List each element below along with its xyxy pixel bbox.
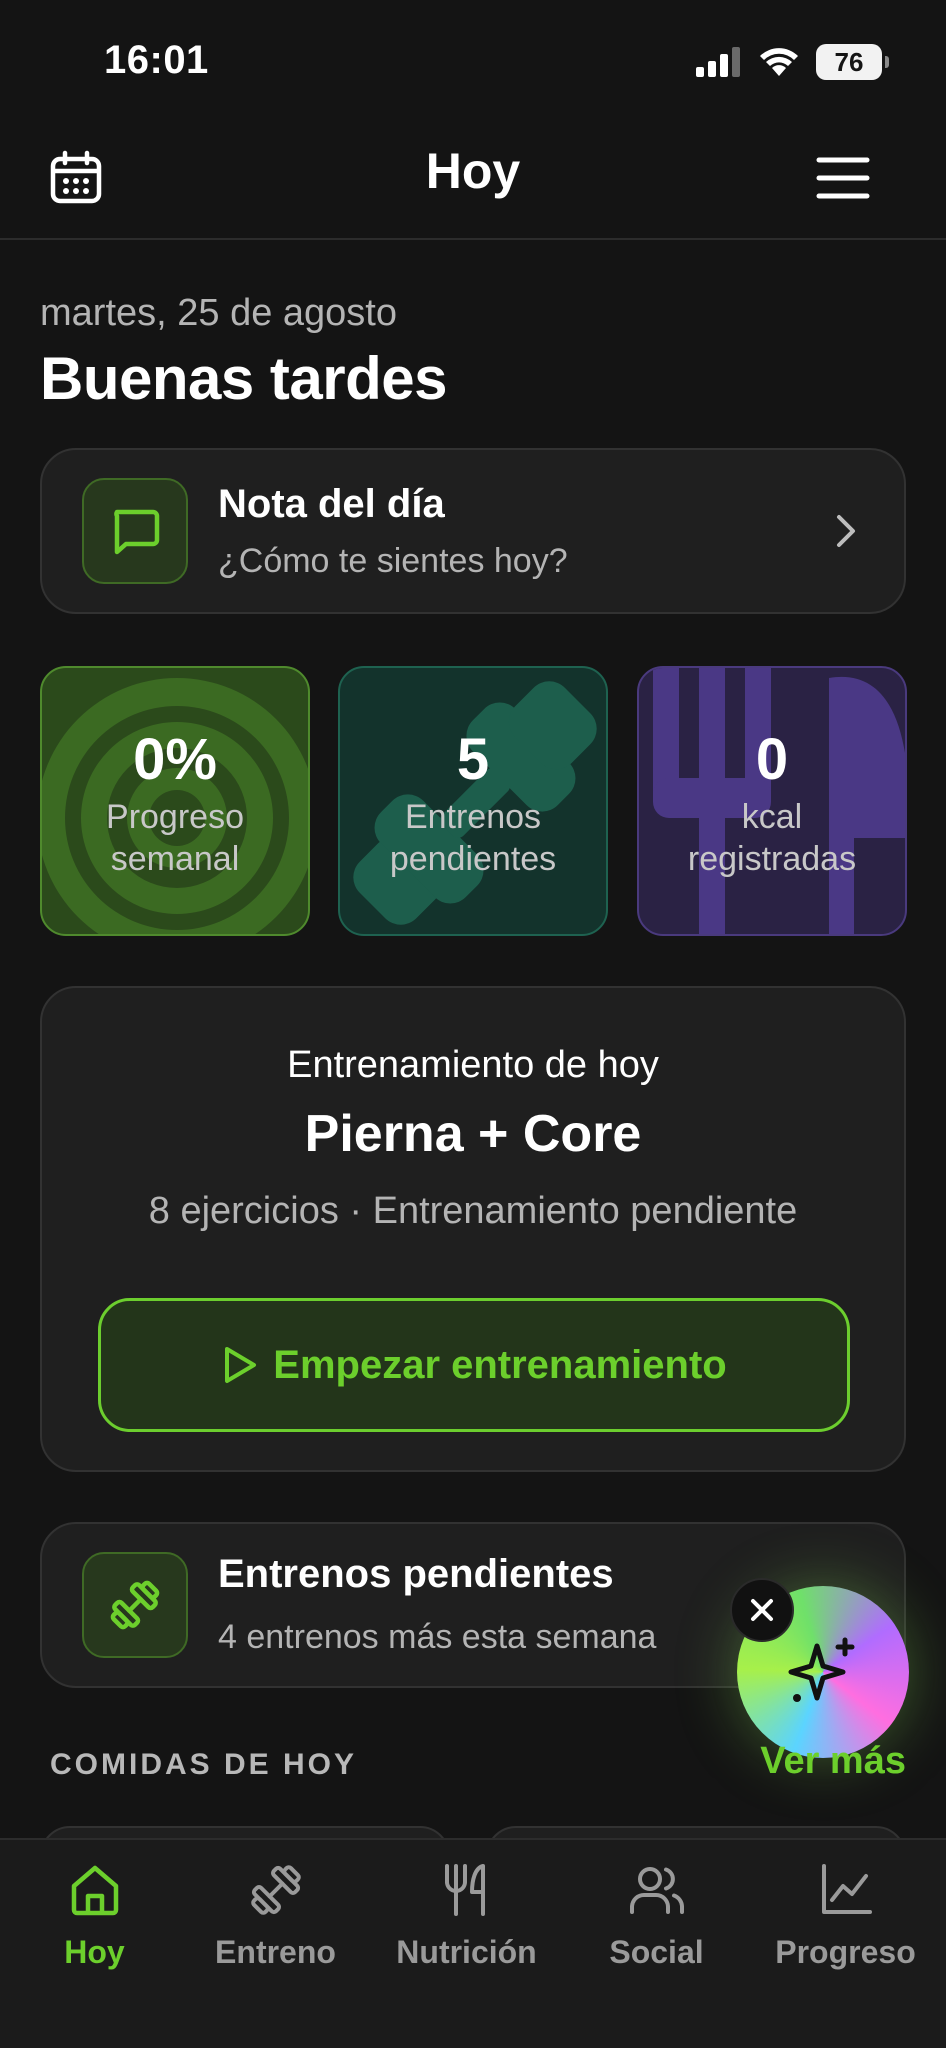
chart-line-icon	[821, 1864, 872, 1914]
status-bar: 16:01 76	[0, 0, 946, 120]
date-label: martes, 25 de agosto	[40, 292, 397, 334]
note-title: Nota del día	[218, 482, 445, 526]
tab-social[interactable]: Social	[562, 1840, 751, 1990]
close-assistant-button[interactable]	[730, 1578, 794, 1642]
top-header: Hoy	[0, 120, 946, 240]
note-subtitle: ¿Cómo te sientes hoy?	[218, 542, 568, 580]
wifi-icon	[760, 48, 798, 76]
meals-section-title: COMIDAS DE HOY	[50, 1748, 358, 1781]
users-icon	[629, 1867, 684, 1914]
battery-indicator: 76	[816, 44, 889, 80]
pending-title: Entrenos pendientes	[218, 1552, 614, 1596]
dumbbell-icon	[110, 1580, 160, 1630]
start-workout-button[interactable]: Empezar entrenamiento	[98, 1298, 850, 1432]
tab-label: Hoy	[64, 1934, 125, 1970]
pending-subtitle: 4 entrenos más esta semana	[218, 1618, 657, 1656]
greeting-heading: Buenas tardes	[40, 345, 448, 412]
stat-label-line: registradas	[687, 840, 857, 878]
stat-label-line: Entrenos	[404, 798, 542, 836]
calories-stat[interactable]: 0 kcal registradas	[637, 666, 907, 936]
close-icon	[751, 1599, 773, 1621]
tab-label: Social	[609, 1934, 704, 1970]
tab-label: Entreno	[215, 1934, 336, 1970]
weekly-progress-value: 0%	[133, 727, 217, 792]
weekly-progress-label: Progreso semanal	[52, 796, 298, 880]
tab-nutricion[interactable]: Nutrición	[372, 1840, 561, 1990]
dumbbell-icon	[250, 1865, 301, 1915]
see-more-link[interactable]: Ver más	[760, 1740, 906, 1783]
workout-title: Pierna + Core	[304, 1105, 642, 1163]
page-title: Hoy	[425, 143, 521, 199]
pending-workouts-stat[interactable]: 5 Entrenos pendientes	[338, 666, 608, 936]
pending-workouts-value: 5	[456, 727, 490, 792]
menu-button[interactable]	[816, 156, 870, 200]
workout-heading: Entrenamiento de hoy	[287, 1044, 659, 1086]
tab-entreno[interactable]: Entreno	[181, 1840, 370, 1990]
tab-label: Nutrición	[396, 1934, 537, 1970]
note-of-the-day-card[interactable]: Nota del día ¿Cómo te sientes hoy?	[40, 448, 906, 614]
status-icons: 76	[696, 44, 889, 80]
play-icon	[225, 1347, 257, 1383]
todays-workout-card: Entrenamiento de hoy Pierna + Core 8 eje…	[40, 986, 906, 1472]
stat-label-line: Progreso	[106, 798, 244, 836]
message-square-icon	[114, 509, 160, 555]
tab-label: Progreso	[775, 1934, 916, 1970]
stat-label-line: kcal	[741, 798, 803, 836]
chevron-right-icon	[837, 515, 855, 547]
utensils-icon	[444, 1864, 485, 1916]
calories-value: 0	[755, 727, 789, 792]
tab-hoy[interactable]: Hoy	[0, 1840, 189, 1990]
calories-label: kcal registradas	[649, 796, 895, 880]
bottom-tab-bar: Hoy Entreno Nutrición Social Progreso	[0, 1838, 946, 2048]
stat-label-line: semanal	[110, 840, 240, 878]
weekly-progress-stat[interactable]: 0% Progreso semanal	[40, 666, 310, 936]
pending-workouts-label: Entrenos pendientes	[350, 796, 596, 880]
start-workout-label: Empezar entrenamiento	[273, 1342, 727, 1387]
cellular-signal-icon	[696, 47, 740, 77]
tab-progreso[interactable]: Progreso	[751, 1840, 940, 1990]
stat-label-line: pendientes	[389, 840, 557, 878]
workout-meta: 8 ejercicios · Entrenamiento pendiente	[148, 1190, 798, 1232]
sparkles-icon	[788, 1637, 855, 1702]
home-icon	[71, 1865, 118, 1916]
status-time: 16:01	[104, 38, 209, 82]
note-icon-box	[82, 478, 188, 584]
pending-icon-box	[82, 1552, 188, 1658]
hamburger-menu-icon	[816, 157, 870, 199]
